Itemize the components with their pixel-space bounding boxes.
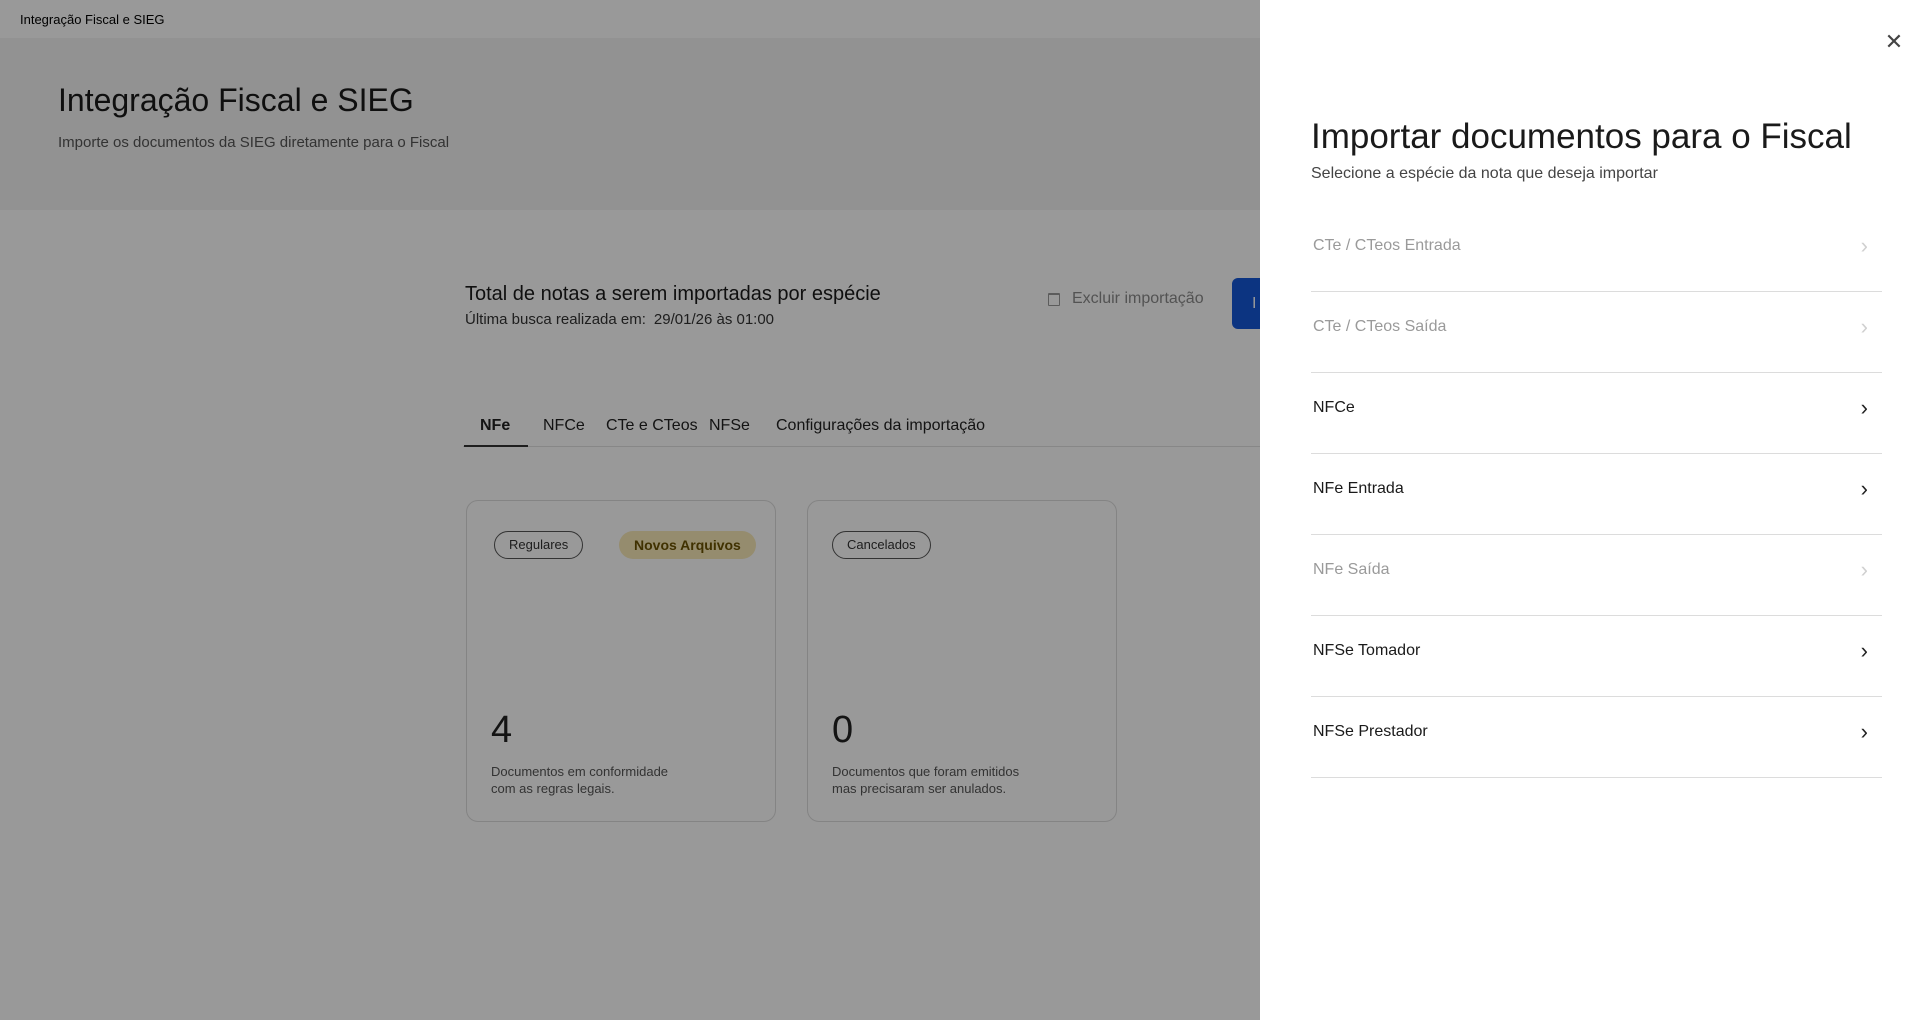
drawer-subtitle: Selecione a espécie da nota que deseja i…	[1311, 165, 1658, 182]
option-cte-cteos-saida[interactable]: CTe / CTeos Saída ›	[1311, 292, 1882, 373]
option-nfe-entrada[interactable]: NFe Entrada ›	[1311, 454, 1882, 535]
document-type-list: CTe / CTeos Entrada › CTe / CTeos Saída …	[1311, 211, 1882, 778]
chevron-right-icon: ›	[1860, 395, 1868, 420]
close-icon[interactable]: ✕	[1882, 30, 1906, 54]
chevron-right-icon: ›	[1860, 476, 1868, 501]
option-label: CTe / CTeos Entrada	[1313, 237, 1461, 254]
drawer-title: Importar documentos para o Fiscal	[1311, 117, 1852, 156]
import-drawer: ✕ Importar documentos para o Fiscal Sele…	[1260, 0, 1918, 1020]
option-label: NFSe Prestador	[1313, 723, 1428, 740]
option-label: CTe / CTeos Saída	[1313, 318, 1447, 335]
option-label: NFCe	[1313, 399, 1355, 416]
option-nfse-prestador[interactable]: NFSe Prestador ›	[1311, 697, 1882, 778]
option-label: NFe Saída	[1313, 561, 1390, 578]
option-label: NFe Entrada	[1313, 480, 1404, 497]
chevron-right-icon: ›	[1860, 557, 1868, 582]
chevron-right-icon: ›	[1860, 233, 1868, 258]
option-nfce[interactable]: NFCe ›	[1311, 373, 1882, 454]
option-cte-cteos-entrada[interactable]: CTe / CTeos Entrada ›	[1311, 211, 1882, 292]
option-nfe-saida[interactable]: NFe Saída ›	[1311, 535, 1882, 616]
chevron-right-icon: ›	[1860, 314, 1868, 339]
option-nfse-tomador[interactable]: NFSe Tomador ›	[1311, 616, 1882, 697]
chevron-right-icon: ›	[1860, 638, 1868, 663]
option-label: NFSe Tomador	[1313, 642, 1421, 659]
chevron-right-icon: ›	[1860, 719, 1868, 744]
